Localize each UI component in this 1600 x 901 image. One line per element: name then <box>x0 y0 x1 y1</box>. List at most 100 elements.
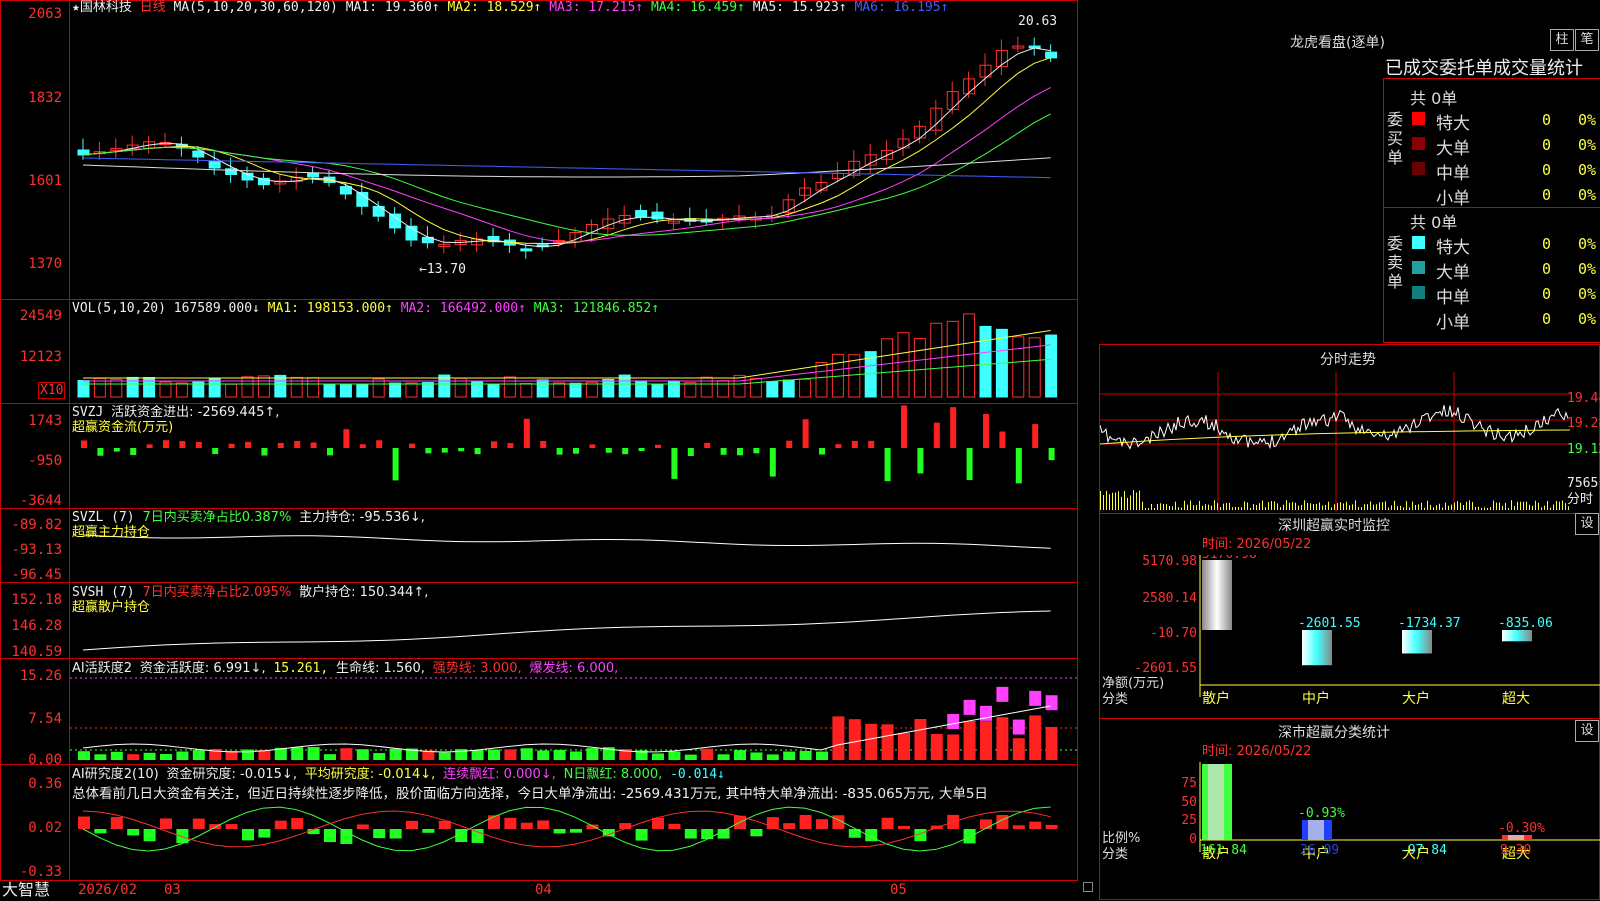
ai-activity-bar <box>980 721 992 760</box>
sz-class-settings-button[interactable]: 设 <box>1575 720 1599 742</box>
intraday-volume-bar <box>1289 502 1290 510</box>
sz-monitor-title: 深圳超赢实时监控 <box>1278 518 1390 534</box>
sz-monitor-settings-button[interactable]: 设 <box>1575 513 1599 535</box>
volume-bar <box>553 382 566 398</box>
ai-activity-bar <box>504 749 517 760</box>
intraday-volume-bar <box>1268 502 1269 510</box>
svzj-bar <box>81 440 87 448</box>
volume-bar <box>143 376 156 398</box>
ma-line <box>82 47 1051 248</box>
intraday-volume-bar <box>1280 507 1281 510</box>
ai-activity-bar <box>340 748 353 760</box>
lock-icon[interactable] <box>1083 882 1093 892</box>
row-label: 小单 <box>1436 313 1470 333</box>
main-chart-canvas[interactable] <box>0 0 1078 900</box>
stock-name[interactable]: 国林科技 <box>80 0 132 15</box>
volume-bar <box>963 313 976 398</box>
volume-bar <box>77 380 90 398</box>
volume-bar <box>241 376 254 398</box>
ai-research-bar <box>422 829 435 833</box>
volume-bars <box>77 313 1058 398</box>
intraday-chart[interactable] <box>1100 372 1570 512</box>
candle-body <box>635 210 648 218</box>
period-label[interactable]: 日线 <box>140 0 166 15</box>
svzj-bar <box>212 448 219 455</box>
intraday-volume-bar <box>1136 492 1137 510</box>
svzj-bar <box>704 442 711 448</box>
ai-research-bar <box>553 829 566 834</box>
intraday-volume-bar <box>1352 504 1353 510</box>
volume-bar <box>897 332 910 398</box>
intraday-volume-bar <box>1274 501 1275 510</box>
intraday-volume-bar <box>1343 503 1344 510</box>
ai-research-bar <box>471 829 484 843</box>
volume-bar <box>323 384 336 398</box>
intraday-volume-bar <box>1379 502 1380 510</box>
ai-activity-bar <box>389 748 402 760</box>
candles[interactable] <box>77 36 1058 259</box>
ma-values: MA1: 19.360↑ MA2: 18.529↑ MA3: 17.215↑ M… <box>338 0 949 15</box>
svzl-axis-label: -89.82 <box>11 517 62 533</box>
intraday-volume-bar <box>1406 501 1407 510</box>
intraday-volume-bar <box>1172 506 1173 510</box>
tick-mode-button[interactable]: 笔 <box>1575 29 1599 51</box>
ai-research-title: AI研究度2(10) 资金研究度: -0.015↓, 平均研究度: -0.014… <box>72 767 725 782</box>
svzj-bar <box>523 418 530 448</box>
intraday-volume-bar <box>1442 507 1443 510</box>
bar-value: -835.06 <box>1498 616 1553 631</box>
intraday-volume-bar <box>1544 505 1545 510</box>
ai-activity-bar <box>176 751 189 760</box>
volume-bar <box>749 377 762 398</box>
candle-body <box>208 160 221 169</box>
intraday-volume-bar <box>1541 507 1542 510</box>
intraday-volume-bar <box>1511 500 1512 510</box>
intraday-volume-bar <box>1319 502 1320 510</box>
svsh-line <box>82 610 1051 651</box>
ma-item: MA3: 121846.852↑ <box>525 301 660 316</box>
ai-research-bar <box>504 817 517 829</box>
intraday-volume-bar <box>1520 501 1521 510</box>
ai-activity-bar <box>766 754 779 760</box>
intraday-volume-bar <box>1382 502 1383 510</box>
intraday-volume-bar <box>1325 504 1326 510</box>
intraday-volume-bar <box>1526 501 1527 510</box>
intraday-volume-bar <box>1556 500 1557 510</box>
svzj-axis-label: -3644 <box>19 493 62 509</box>
svzj-bar <box>605 448 612 453</box>
svzj-bar <box>950 407 957 448</box>
intraday-volume-bar <box>1403 507 1404 510</box>
intraday-volume-bar <box>1307 503 1308 510</box>
svzj-bar <box>310 442 317 448</box>
row-percent: 0% <box>1578 285 1597 303</box>
row-value: 0 <box>1542 186 1552 204</box>
volume-bar <box>930 322 943 398</box>
volume-bar <box>881 338 894 398</box>
row-percent: 0% <box>1578 260 1597 278</box>
svzj-axis-label: 1743 <box>28 413 62 429</box>
row-value: 0 <box>1542 111 1552 129</box>
intraday-volume-bar <box>1262 500 1263 510</box>
intraday-title: 分时走势 <box>1320 352 1376 368</box>
bar-value: -97.84 <box>1400 843 1447 858</box>
volume-bar <box>667 380 680 398</box>
ai-activity-bar <box>78 751 90 760</box>
volume-bar <box>913 337 926 398</box>
intraday-volume-bar <box>1271 501 1272 510</box>
ai-activity-bar <box>865 723 878 760</box>
volume-bar <box>979 325 992 398</box>
ai-research-bar <box>799 814 812 829</box>
intraday-volume-bar <box>1472 501 1473 510</box>
low-price-marker: ←13.70 <box>419 262 466 277</box>
row-percent: 0% <box>1578 186 1597 204</box>
volume-bar <box>356 383 369 398</box>
ma-item: MA6: 16.195↑ <box>846 0 949 15</box>
svzj-bar <box>327 448 333 456</box>
bar-value: -1734.37 <box>1398 616 1461 631</box>
ai-research-bar <box>570 829 582 833</box>
ai-activity-bar <box>684 754 697 760</box>
bar-mode-button[interactable]: 柱 <box>1550 29 1574 51</box>
ai-activity-bar <box>799 750 812 760</box>
intraday-volume-bar <box>1493 500 1494 510</box>
svzj-bar <box>687 448 694 456</box>
intraday-volume-bar <box>1469 500 1470 510</box>
